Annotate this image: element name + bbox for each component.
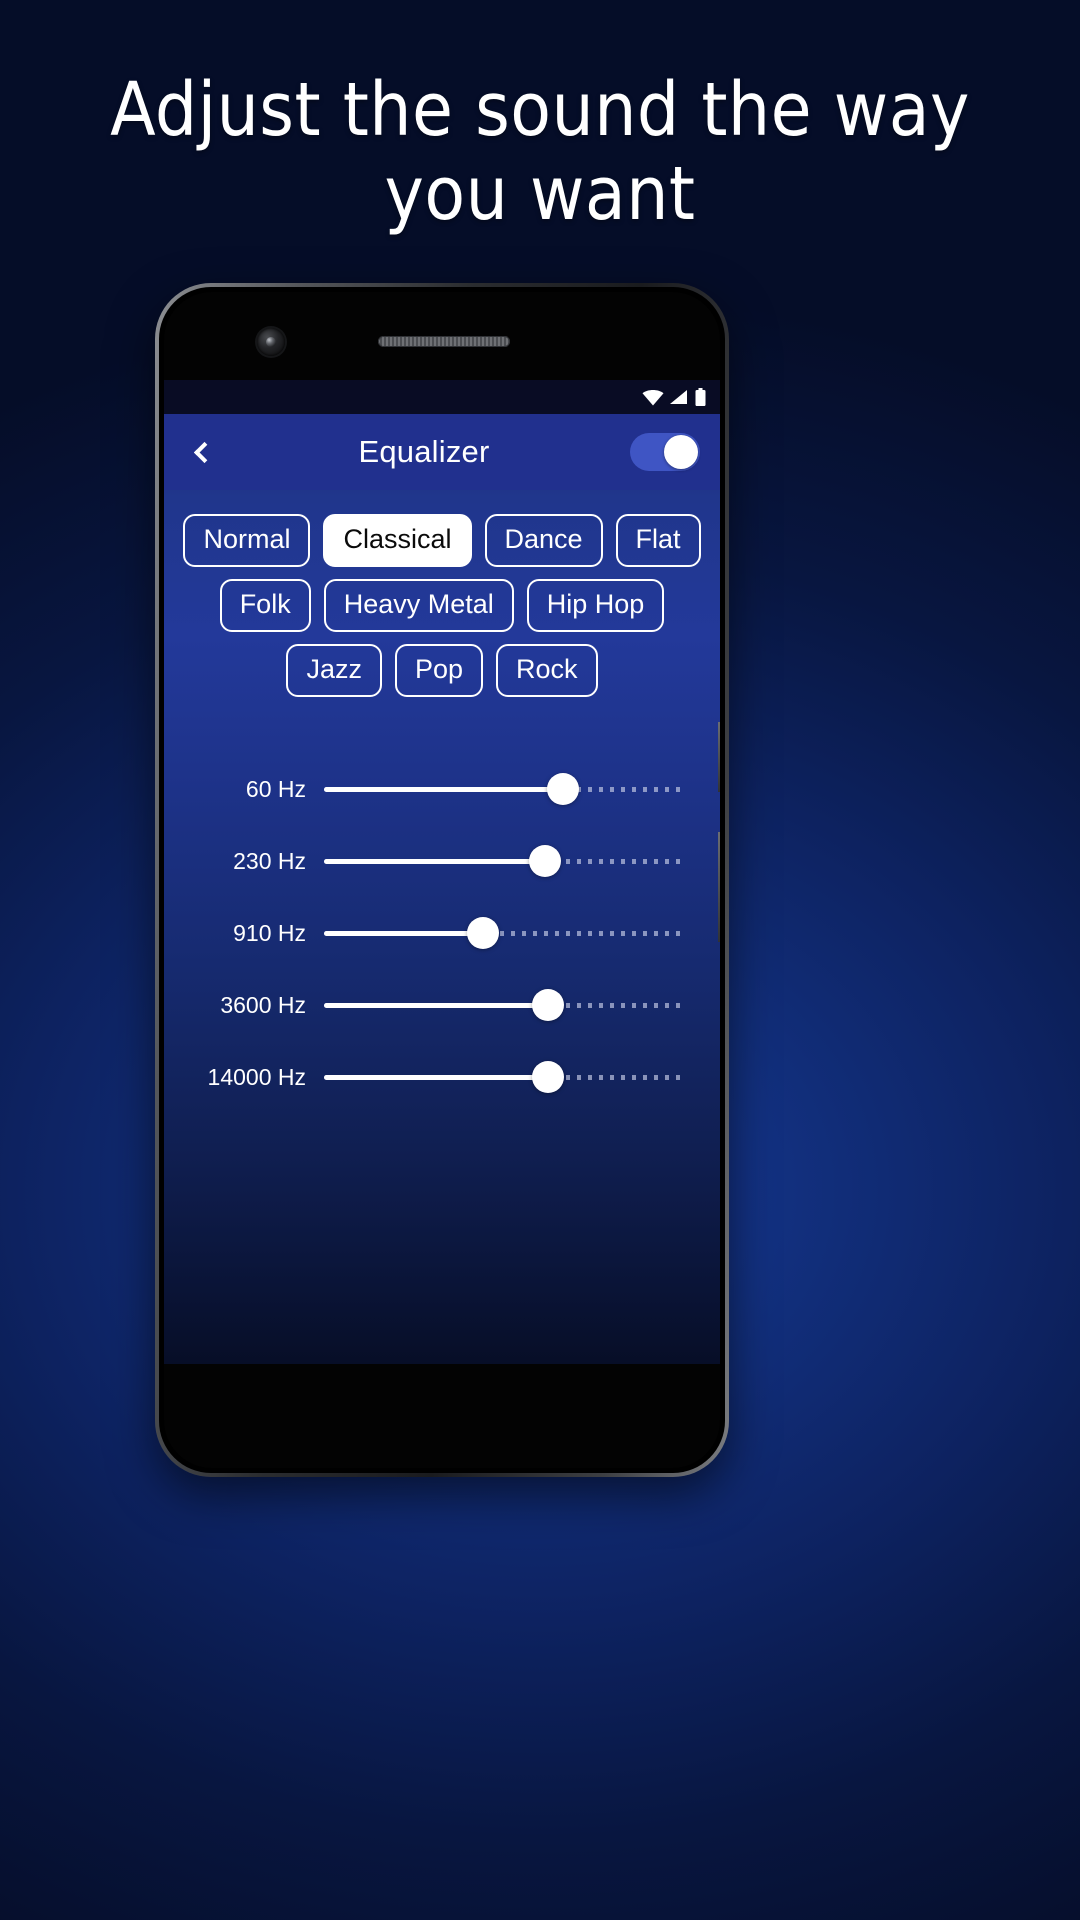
preset-chip-heavy-metal[interactable]: Heavy Metal <box>323 579 514 632</box>
preset-chip-hip-hop[interactable]: Hip Hop <box>526 579 665 632</box>
band-slider-14000hz[interactable] <box>324 1061 686 1093</box>
band-slider-60hz[interactable] <box>324 773 686 805</box>
wifi-icon <box>642 389 664 405</box>
preset-chip-rock[interactable]: Rock <box>496 644 598 697</box>
band-slider-3600hz[interactable] <box>324 989 686 1021</box>
phone-mockup: Equalizer Normal Classical Dance Flat Fo… <box>155 283 729 1477</box>
preset-chip-normal[interactable]: Normal <box>183 514 311 567</box>
equalizer-bands: 60 Hz 230 Hz 910 Hz 3600 Hz 14000 Hz <box>164 709 720 1113</box>
earpiece-speaker-icon <box>378 336 510 347</box>
slider-thumb[interactable] <box>532 989 565 1021</box>
app-bar-title: Equalizer <box>358 434 490 469</box>
preset-chip-flat[interactable]: Flat <box>615 514 701 567</box>
band-label-14000hz: 14000 Hz <box>207 1063 306 1090</box>
preset-chip-jazz[interactable]: Jazz <box>286 644 382 697</box>
slider-row-230hz: 230 Hz <box>174 825 700 897</box>
toggle-knob <box>664 435 698 469</box>
slider-track-filled <box>324 787 563 792</box>
preset-chip-dance[interactable]: Dance <box>484 514 603 567</box>
preset-chip-pop[interactable]: Pop <box>394 644 484 697</box>
slider-track-filled <box>324 1003 549 1008</box>
slider-thumb[interactable] <box>467 917 500 949</box>
signal-icon <box>669 389 688 405</box>
slider-row-3600hz: 3600 Hz <box>174 969 700 1041</box>
preset-chip-classical[interactable]: Classical <box>323 514 472 567</box>
band-label-910hz: 910 Hz <box>233 919 306 946</box>
power-button[interactable] <box>718 722 720 792</box>
slider-track-filled <box>324 859 545 864</box>
slider-track-filled <box>324 931 484 936</box>
band-label-230hz: 230 Hz <box>233 847 306 874</box>
preset-row: Jazz Pop Rock <box>184 644 700 697</box>
slider-row-14000hz: 14000 Hz <box>174 1041 700 1113</box>
slider-row-60hz: 60 Hz <box>174 753 700 825</box>
chevron-left-icon <box>193 441 216 463</box>
page-title: Adjust the sound the way you want <box>110 67 970 237</box>
battery-icon <box>695 388 706 406</box>
band-slider-230hz[interactable] <box>324 845 686 877</box>
status-bar <box>164 380 720 414</box>
preset-list: Normal Classical Dance Flat Folk Heavy M… <box>164 490 720 697</box>
app-bar: Equalizer <box>164 414 720 490</box>
volume-button[interactable] <box>718 832 720 942</box>
slider-thumb[interactable] <box>528 845 561 877</box>
preset-row: Folk Heavy Metal Hip Hop <box>184 579 700 632</box>
band-label-3600hz: 3600 Hz <box>220 991 306 1018</box>
front-camera-icon <box>257 328 285 356</box>
equalizer-power-toggle[interactable] <box>630 433 700 471</box>
slider-thumb[interactable] <box>546 773 579 805</box>
band-slider-910hz[interactable] <box>324 917 686 949</box>
slider-track-filled <box>324 1075 549 1080</box>
preset-row: Normal Classical Dance Flat <box>183 514 701 567</box>
band-label-60hz: 60 Hz <box>245 775 306 802</box>
preset-chip-folk[interactable]: Folk <box>219 579 311 632</box>
slider-row-910hz: 910 Hz <box>174 897 700 969</box>
slider-thumb[interactable] <box>532 1061 565 1093</box>
phone-screen: Equalizer Normal Classical Dance Flat Fo… <box>164 380 720 1364</box>
